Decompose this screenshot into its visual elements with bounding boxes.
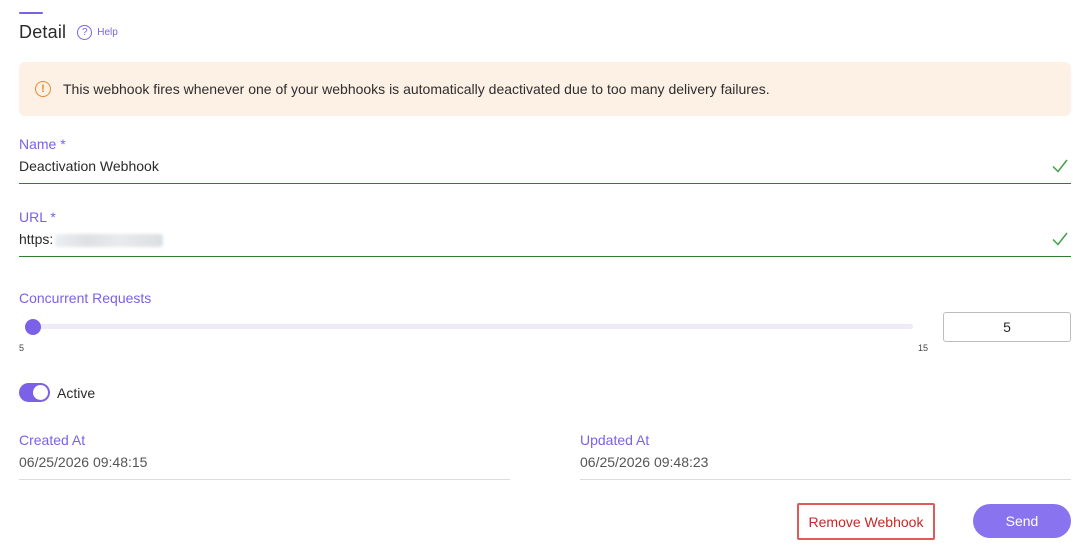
help-icon: ? [77, 25, 93, 40]
url-prefix: https: [19, 231, 54, 247]
url-redacted [55, 233, 164, 247]
active-tab-indicator [19, 12, 43, 14]
updated-at-value: 06/25/2026 09:48:23 [580, 454, 709, 470]
name-label: Name * [19, 136, 66, 152]
check-icon [1052, 159, 1068, 173]
warning-icon: ! [35, 81, 51, 97]
remove-webhook-button[interactable]: Remove Webhook [797, 503, 935, 540]
toggle-knob [33, 385, 48, 400]
alert-message: This webhook fires whenever one of your … [63, 81, 770, 97]
created-at-value: 06/25/2026 09:48:15 [19, 454, 148, 470]
info-alert: ! This webhook fires whenever one of you… [19, 62, 1071, 116]
send-button[interactable]: Send [973, 504, 1071, 538]
slider-max-label: 15 [918, 343, 929, 353]
concurrent-requests-slider-thumb[interactable] [25, 319, 41, 335]
check-icon [1052, 232, 1068, 246]
name-value: Deactivation Webhook [19, 158, 159, 174]
help-label: Help [97, 27, 118, 38]
active-label: Active [57, 385, 96, 401]
created-at-label: Created At [19, 432, 86, 448]
url-label: URL * [19, 209, 56, 225]
concurrent-requests-label: Concurrent Requests [19, 290, 152, 306]
page-title: Detail [19, 22, 67, 42]
updated-at-divider [580, 479, 1071, 480]
page-header: Detail ? Help [19, 22, 118, 43]
updated-at-label: Updated At [580, 432, 650, 448]
url-value: https: [19, 231, 164, 247]
help-link[interactable]: ? Help [77, 25, 118, 40]
concurrent-requests-slider-track[interactable] [28, 324, 913, 329]
created-at-divider [19, 479, 510, 480]
name-field[interactable]: Deactivation Webhook [19, 156, 1071, 184]
url-field[interactable]: https: [19, 229, 1071, 257]
active-toggle[interactable] [19, 383, 50, 402]
slider-min-label: 5 [19, 343, 25, 353]
concurrent-requests-input[interactable]: 5 [943, 312, 1071, 342]
